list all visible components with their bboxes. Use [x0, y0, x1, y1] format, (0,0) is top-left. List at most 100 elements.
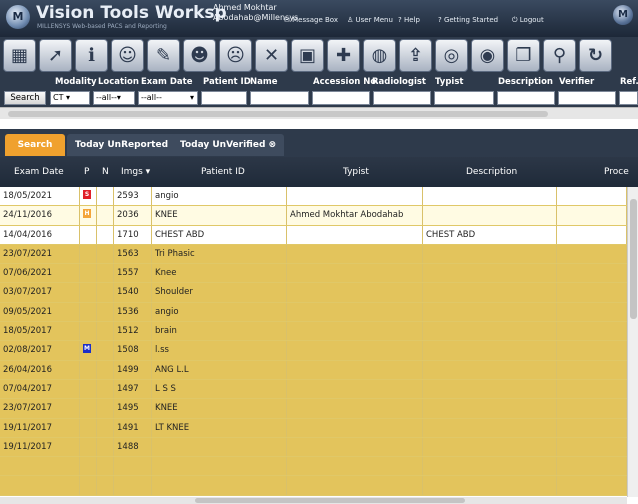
col-p[interactable]: P	[84, 167, 89, 177]
cell-imgs: 1512	[114, 322, 152, 341]
cell-pid	[152, 437, 287, 457]
cell-imgs: 1540	[114, 283, 152, 302]
col-procedure[interactable]: Proce	[604, 167, 629, 177]
cell-imgs: 1563	[114, 244, 152, 264]
patient-id-input[interactable]	[201, 91, 247, 105]
image-viewer-button[interactable]: ▣	[291, 39, 324, 72]
col-typist[interactable]: Typist	[343, 167, 369, 177]
table-row[interactable]: 07/04/2017 1497 L S S	[0, 379, 627, 400]
logout-link[interactable]: ⏻ Logout	[512, 16, 544, 25]
info-button[interactable]: ℹ	[75, 39, 108, 72]
col-description[interactable]: Description	[466, 167, 517, 177]
col-n[interactable]: N	[102, 167, 109, 177]
close-button[interactable]: ✕	[255, 39, 288, 72]
delete-patient-icon: ☹	[226, 45, 245, 66]
cell-proc	[557, 457, 627, 476]
filter-label-accession: Accession No	[313, 77, 377, 87]
verifier-input[interactable]	[558, 91, 616, 105]
scrollbar-thumb[interactable]	[8, 111, 548, 117]
table-row[interactable]	[0, 476, 627, 496]
user-menu-link[interactable]: ♙ User Menu	[347, 16, 393, 24]
message-box-link[interactable]: ✉ Message Box	[284, 16, 338, 24]
cell-desc	[423, 437, 557, 457]
cell-date: 02/08/2017	[0, 341, 80, 360]
add-button[interactable]: ✚	[327, 39, 360, 72]
cell-date: 23/07/2017	[0, 399, 80, 418]
cell-n	[97, 302, 114, 322]
tab-today-unreported[interactable]: Today UnReported ⊗	[67, 134, 187, 156]
cell-desc	[423, 379, 557, 399]
cell-typist	[287, 457, 423, 476]
ref-input[interactable]	[619, 91, 638, 105]
filter-inputs: Search CT ▾ --all--▾ --all-- ▾	[0, 89, 638, 107]
table-row[interactable]: 26/04/2016 1499 ANG L.L	[0, 360, 627, 380]
table-row[interactable]: 18/05/2017 1512 brain	[0, 322, 627, 342]
search-button[interactable]: Search	[4, 91, 46, 105]
table-row[interactable]: 09/05/2021 1536 angio	[0, 302, 627, 323]
cell-desc	[423, 206, 557, 225]
accession-input[interactable]	[312, 91, 370, 105]
table-row[interactable]: 23/07/2017 1495 KNEE	[0, 399, 627, 419]
col-exam-date[interactable]: Exam Date	[14, 167, 64, 177]
globe-button[interactable]: ◍	[363, 39, 396, 72]
tab-today-unverified[interactable]: Today UnVerified ⊗	[172, 134, 285, 156]
col-imgs[interactable]: Imgs ▾	[121, 167, 150, 177]
cell-pid: angio	[152, 187, 287, 206]
scrollbar-thumb[interactable]	[195, 498, 465, 503]
table-vertical-scrollbar[interactable]	[627, 187, 638, 497]
cell-proc	[557, 264, 627, 283]
cell-date: 09/05/2021	[0, 302, 80, 322]
cell-date: 23/07/2021	[0, 244, 80, 264]
typist-input[interactable]	[434, 91, 494, 105]
table-row[interactable]: 19/11/2017 1488	[0, 437, 627, 458]
scrollbar-thumb[interactable]	[630, 199, 637, 319]
exam-date-select[interactable]: --all-- ▾	[138, 91, 198, 105]
table-row[interactable]: 18/05/2021 S 2593 angio	[0, 187, 627, 207]
getting-started-link[interactable]: ? Getting Started	[438, 16, 498, 24]
cell-flag	[80, 283, 97, 302]
radiologist-input[interactable]	[373, 91, 431, 105]
refresh-button[interactable]: ↻	[579, 39, 612, 72]
table-row[interactable]: 23/07/2021 1563 Tri Phasic	[0, 244, 627, 265]
table-row[interactable]: 03/07/2017 1540 Shoulder	[0, 283, 627, 303]
cell-typist	[287, 244, 423, 264]
description-input[interactable]	[497, 91, 555, 105]
cell-imgs: 1491	[114, 418, 152, 437]
upload-button[interactable]: ⇪	[399, 39, 432, 72]
search-button[interactable]: ⚲	[543, 39, 576, 72]
doctor-button[interactable]: ☻	[183, 39, 216, 72]
cell-imgs: 1508	[114, 341, 152, 360]
table-row[interactable]	[0, 457, 627, 477]
tab-search[interactable]: Search	[5, 134, 65, 156]
cell-imgs: 1488	[114, 437, 152, 457]
delete-patient-button[interactable]: ☹	[219, 39, 252, 72]
name-input[interactable]	[250, 91, 309, 105]
copy-button[interactable]: ❐	[507, 39, 540, 72]
location-select[interactable]: --all--▾	[93, 91, 135, 105]
burn-cd-button[interactable]: ◎	[435, 39, 468, 72]
cell-typist	[287, 302, 423, 322]
app-subtitle: MILLENSYS Web-based PACS and Reporting	[37, 23, 167, 30]
cell-typist: Ahmed Mokhtar Abodahab	[287, 206, 423, 225]
table-horizontal-scrollbar[interactable]	[0, 497, 627, 504]
cell-n	[97, 418, 114, 437]
grid-layout-button[interactable]: ▦	[3, 39, 36, 72]
edit-report-button[interactable]: ✎	[147, 39, 180, 72]
filter-horizontal-scrollbar[interactable]	[0, 107, 638, 119]
help-link[interactable]: ? Help	[398, 16, 420, 24]
burn-cd-icon: ◎	[443, 45, 460, 66]
report-button[interactable]: ➚	[39, 39, 72, 72]
chevron-down-icon: ▾	[66, 93, 71, 102]
cell-flag	[80, 418, 97, 437]
disc-button[interactable]: ◉	[471, 39, 504, 72]
table-row[interactable]: 24/11/2016 H 2036 KNEE Ahmed Mokhtar Abodaha…	[0, 206, 627, 226]
table-row[interactable]: 14/04/2016 1710 CHEST ABD CHEST ABD	[0, 225, 627, 245]
table-row[interactable]: 07/06/2021 1557 Knee	[0, 264, 627, 284]
col-patient-id[interactable]: Patient ID	[201, 167, 245, 177]
table-row[interactable]: 02/08/2017 M 1508 l.ss	[0, 341, 627, 361]
table-row[interactable]: 19/11/2017 1491 LT KNEE	[0, 418, 627, 438]
modality-select[interactable]: CT ▾	[50, 91, 90, 105]
cell-date: 18/05/2017	[0, 322, 80, 341]
upload-icon: ⇪	[407, 45, 424, 66]
patient-button[interactable]: ☺	[111, 39, 144, 72]
